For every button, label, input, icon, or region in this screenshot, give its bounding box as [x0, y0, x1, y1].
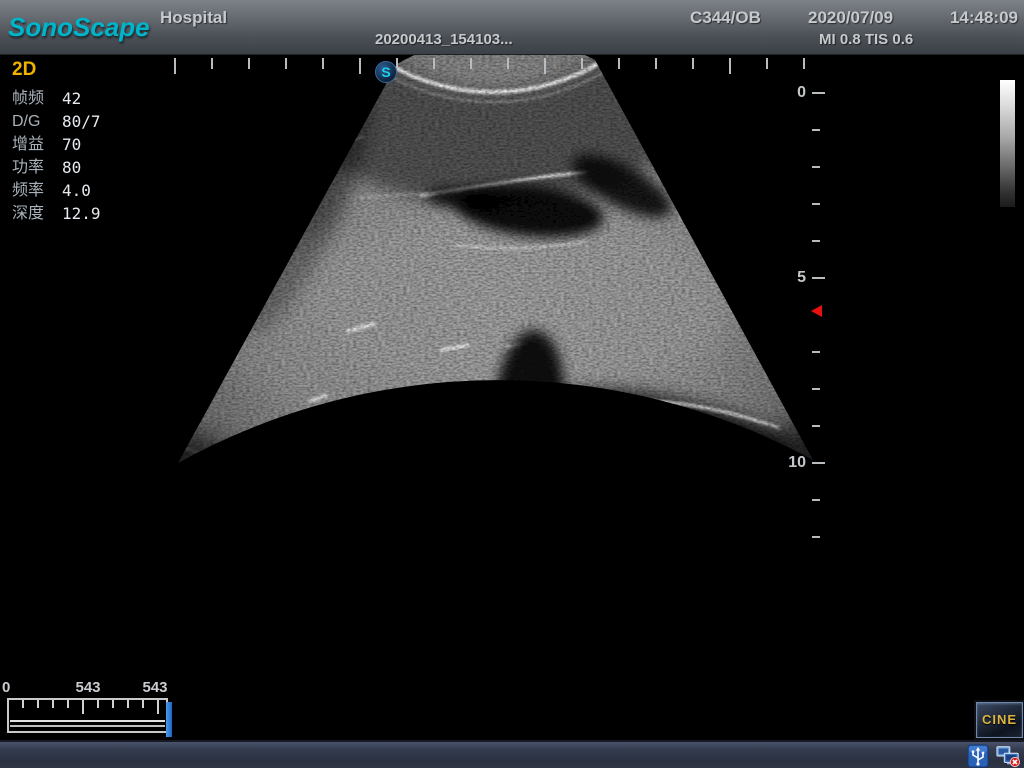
param-value: 80: [62, 156, 81, 179]
cine-progress-line: [10, 725, 165, 727]
cine-progress-line: [10, 720, 165, 722]
param-label: 帧频: [12, 87, 62, 110]
grayscale-bar: [1000, 80, 1015, 207]
param-value: 12.9: [62, 202, 101, 225]
mode-label: 2D: [12, 58, 101, 82]
cine-start-frame: 0: [2, 679, 10, 696]
image-params-panel: 2D 帧频 42 D/G 80/7 增益 70 功率 80 频率 4.0: [12, 58, 101, 225]
cine-total-frames: 543: [135, 679, 175, 696]
cine-position-indicator[interactable]: [166, 702, 172, 737]
usb-icon[interactable]: [966, 744, 990, 768]
param-row-depth: 深度 12.9: [12, 202, 101, 225]
param-row-frame-rate: 帧频 42: [12, 87, 101, 110]
orientation-marker: S: [375, 61, 397, 83]
taskbar: [0, 740, 1024, 768]
param-value: 80/7: [62, 110, 101, 133]
exam-id: 20200413_154103...: [375, 31, 513, 48]
param-value: 70: [62, 133, 81, 156]
ultrasound-screen: SonoScape Hospital 20200413_154103... C3…: [0, 0, 1024, 768]
probe-mode-label: C344/OB: [690, 8, 761, 28]
mi-tis-indices: MI 0.8 TIS 0.6: [819, 31, 913, 48]
param-label: D/G: [12, 110, 62, 133]
param-label: 功率: [12, 156, 62, 179]
param-label: 深度: [12, 202, 62, 225]
param-label: 增益: [12, 133, 62, 156]
depth-label-0: 0: [770, 84, 806, 102]
param-row-power: 功率 80: [12, 156, 101, 179]
param-row-frequency: 频率 4.0: [12, 179, 101, 202]
image-area: 0 5 10 S 2D 帧频 42 D/G 80/7 增益 70 功率 80: [0, 55, 1024, 740]
hospital-label: Hospital: [160, 8, 227, 28]
depth-label-5: 5: [770, 269, 806, 287]
cine-current-frame: 543: [68, 679, 108, 696]
top-bar: SonoScape Hospital 20200413_154103... C3…: [0, 0, 1024, 55]
param-row-dg: D/G 80/7: [12, 110, 101, 133]
system-time: 14:48:09: [950, 8, 1018, 28]
network-disconnected-icon[interactable]: [996, 744, 1020, 768]
ultrasound-fan-image: [0, 55, 1024, 740]
focus-position-marker: [811, 305, 822, 317]
param-label: 频率: [12, 179, 62, 202]
system-date: 2020/07/09: [808, 8, 893, 28]
depth-label-10: 10: [770, 454, 806, 472]
param-value: 4.0: [62, 179, 91, 202]
param-row-gain: 增益 70: [12, 133, 101, 156]
cine-scrollbar-track[interactable]: [7, 698, 168, 733]
sonoscape-logo: SonoScape: [8, 12, 150, 43]
param-value: 42: [62, 87, 81, 110]
cine-button[interactable]: CINE: [976, 702, 1023, 738]
